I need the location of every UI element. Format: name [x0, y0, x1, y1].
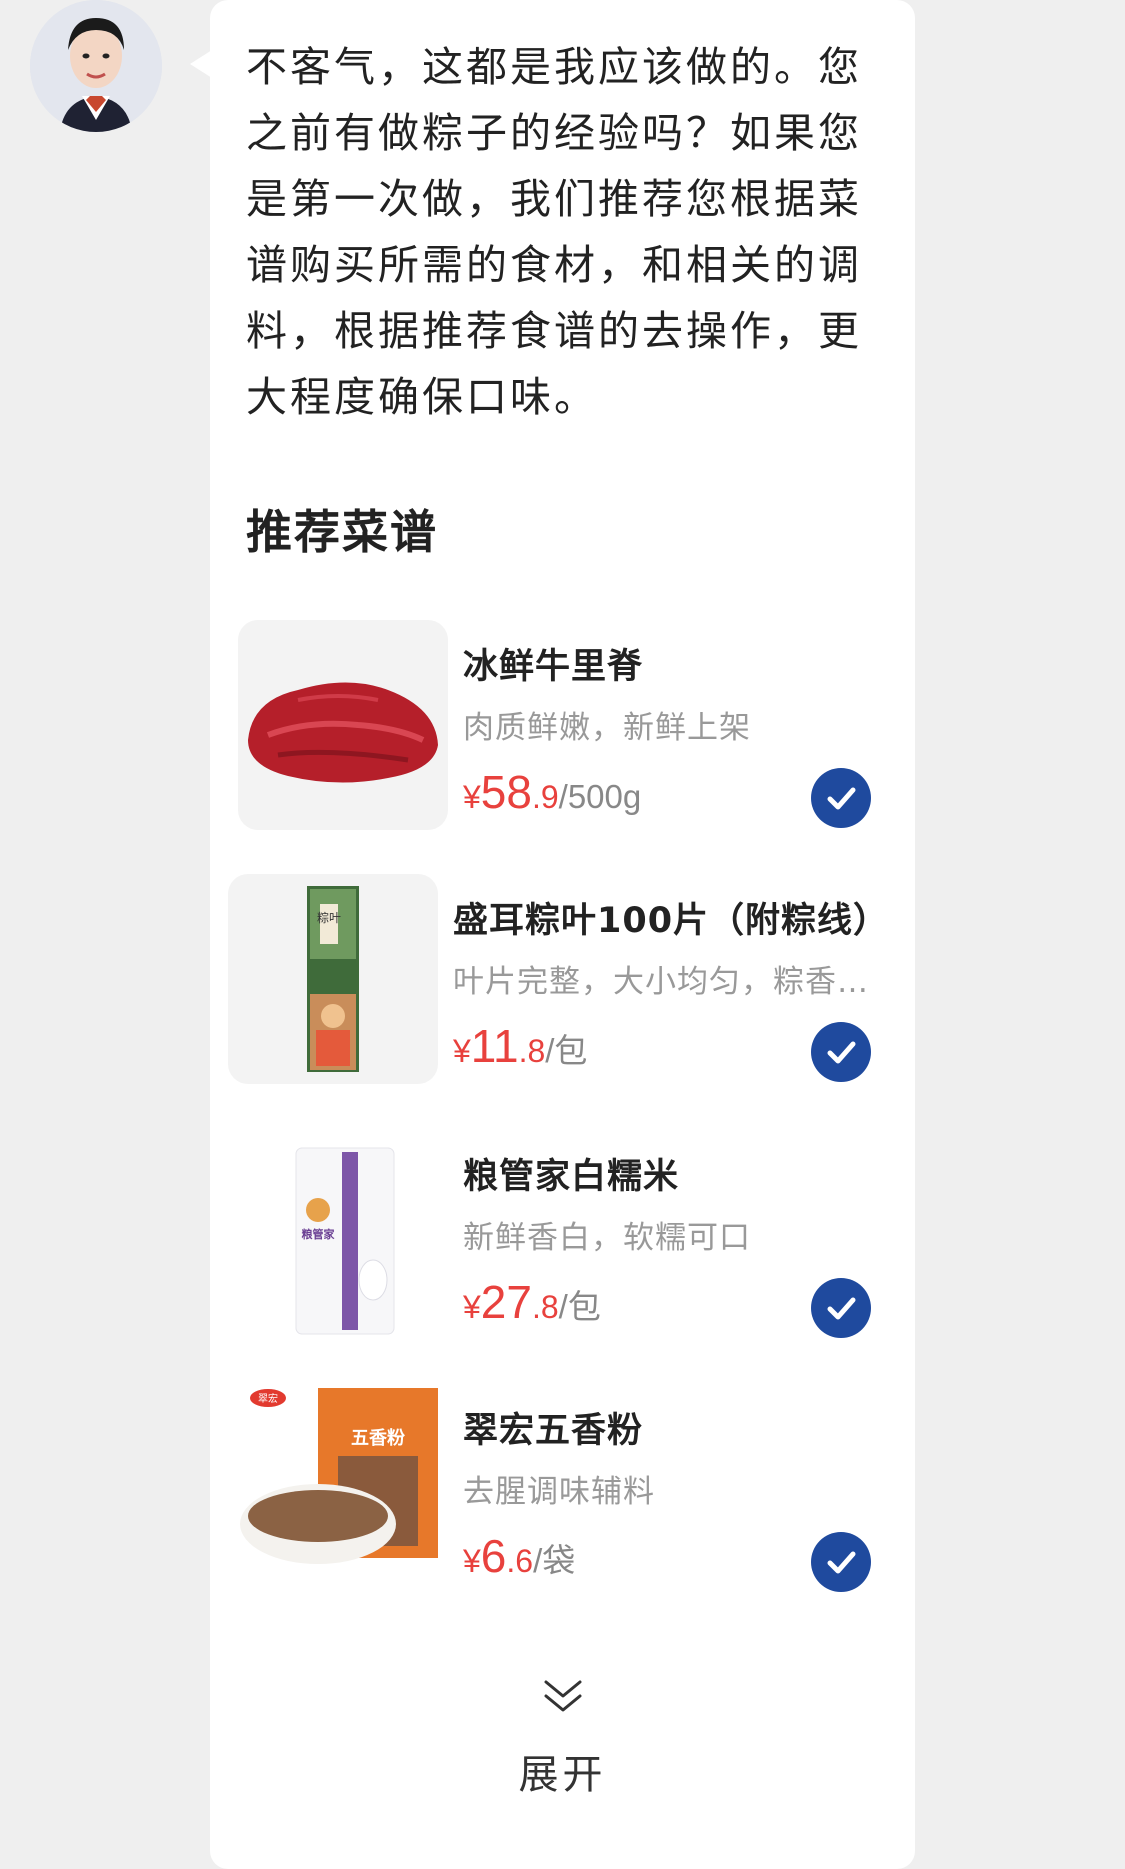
product-name: 粮管家白糯米 [463, 1157, 680, 1197]
expand-label: 展开 [518, 1752, 607, 1798]
product-price: ¥6.6/袋 [463, 1530, 576, 1582]
selected-check-icon[interactable] [811, 1022, 871, 1082]
zongzi-leaf-package-image: 粽叶 [228, 874, 438, 1084]
avatar[interactable] [30, 0, 162, 132]
product-name: 盛耳粽叶100片（附粽线） [453, 901, 890, 941]
product-price: ¥27.8/包 [463, 1276, 601, 1328]
pack-label: 五香粉 [351, 1427, 405, 1449]
bubble-tail [190, 50, 212, 78]
beef-image [238, 620, 448, 830]
spice-powder-image: 翠宏 五香粉 [238, 1384, 448, 1594]
selected-check-icon[interactable] [811, 1532, 871, 1592]
product-name: 翠宏五香粉 [463, 1411, 644, 1451]
product-card-beef[interactable]: 冰鲜牛里脊 肉质鲜嫩，新鲜上架 ¥58.9/500g [0, 620, 1125, 832]
product-name: 冰鲜牛里脊 [463, 647, 644, 687]
product-desc: 去腥调味辅料 [463, 1474, 655, 1510]
assistant-message-text: 不客气，这都是我应该做的。您之前有做粽子的经验吗？如果您是第一次做，我们推荐您根… [246, 43, 862, 421]
product-card-zongzi-leaves[interactable]: 粽叶 盛耳粽叶100片（附粽线） 叶片完整，大小均匀，粽香… ¥11.8/包 [0, 874, 1125, 1086]
rice-bag-image: 粮管家 [238, 1130, 448, 1340]
product-desc: 叶片完整，大小均匀，粽香… [453, 964, 869, 1000]
double-chevron-down-icon [544, 1680, 582, 1712]
pack-label: 粮管家 [302, 1227, 336, 1241]
product-card-glutinous-rice[interactable]: 粮管家 粮管家白糯米 新鲜香白，软糯可口 ¥27.8/包 [0, 1130, 1125, 1342]
pack-label: 粽叶 [317, 910, 341, 925]
product-desc: 新鲜香白，软糯可口 [463, 1220, 751, 1256]
selected-check-icon[interactable] [811, 1278, 871, 1338]
assistant-avatar-icon [30, 0, 162, 132]
product-price: ¥58.9/500g [463, 766, 642, 818]
selected-check-icon[interactable] [811, 768, 871, 828]
product-price: ¥11.8/包 [453, 1020, 588, 1072]
section-title: 推荐菜谱 [246, 505, 438, 559]
brand-logo-text: 翠宏 [258, 1392, 278, 1405]
product-card-five-spice[interactable]: 翠宏 五香粉 翠宏五香粉 去腥调味辅料 ¥6.6/袋 [0, 1384, 1125, 1596]
product-desc: 肉质鲜嫩，新鲜上架 [463, 710, 751, 746]
